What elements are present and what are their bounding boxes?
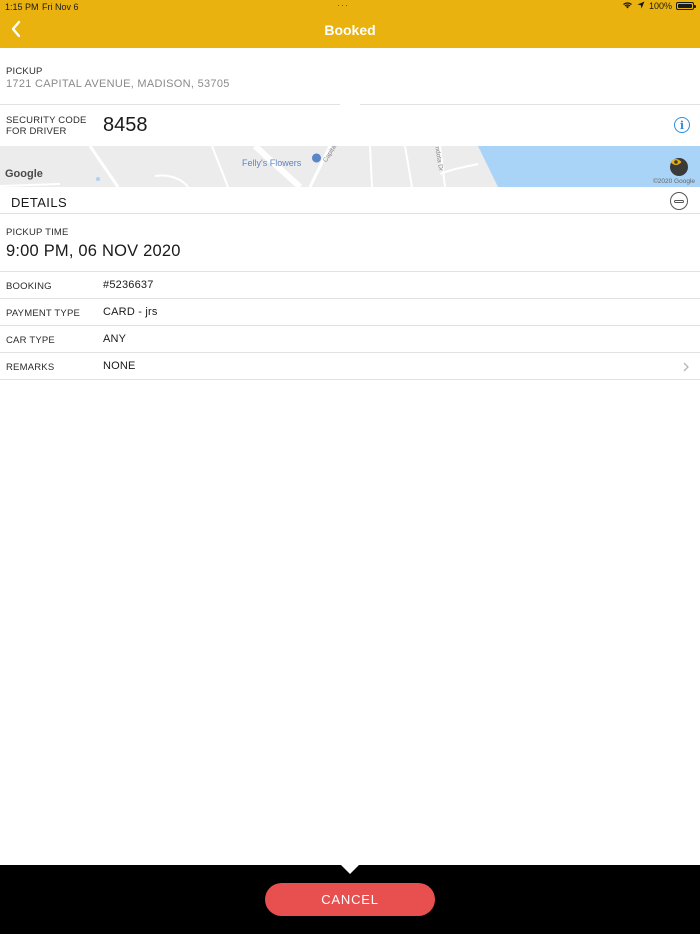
- bottom-notch: [341, 865, 359, 874]
- chevron-right-icon: [682, 360, 690, 378]
- security-code-label: SECURITY CODE FOR DRIVER: [6, 115, 96, 137]
- map-roads: [0, 146, 700, 187]
- nav-bar: Booked: [0, 14, 700, 48]
- map-toggle-button[interactable]: [670, 158, 688, 176]
- detail-label: REMARKS: [6, 362, 55, 373]
- detail-value: CARD - jrs: [103, 306, 158, 318]
- page-title: Booked: [324, 22, 376, 38]
- collapse-button[interactable]: [670, 192, 688, 210]
- detail-row-booking: BOOKING #5236637: [0, 272, 700, 299]
- detail-value: NONE: [103, 360, 136, 372]
- map-place-label: Felly's Flowers: [242, 158, 302, 168]
- status-bar: 1:15 PM Fri Nov 6 ··· 100%: [0, 0, 700, 14]
- pickup-time-value: 9:00 PM, 06 NOV 2020: [6, 242, 181, 260]
- google-logo: Google: [5, 168, 43, 180]
- detail-row-remarks[interactable]: REMARKS NONE: [0, 353, 700, 380]
- details-title: DETAILS: [11, 195, 68, 210]
- info-button[interactable]: i: [674, 117, 690, 133]
- collapse-icon: [674, 199, 684, 203]
- detail-row-payment-type: PAYMENT TYPE CARD - jrs: [0, 299, 700, 326]
- status-time: 1:15 PM: [5, 2, 39, 12]
- battery-icon: [676, 2, 696, 10]
- pickup-address: 1721 CAPITAL AVENUE, MADISON, 53705: [6, 78, 230, 90]
- status-icons: 100%: [622, 1, 696, 11]
- detail-value: #5236637: [103, 279, 154, 291]
- detail-label: BOOKING: [6, 281, 52, 292]
- detail-row-car-type: CAR TYPE ANY: [0, 326, 700, 353]
- detail-label: PAYMENT TYPE: [6, 308, 81, 319]
- pickup-time-section: PICKUP TIME 9:00 PM, 06 NOV 2020: [0, 214, 700, 272]
- detail-value: ANY: [103, 333, 127, 345]
- multitasking-dots: ···: [337, 0, 349, 10]
- status-date: Fri Nov 6: [42, 2, 79, 12]
- security-code-label-line1: SECURITY CODE: [6, 115, 87, 126]
- location-arrow-icon: [637, 1, 645, 11]
- wifi-icon: [622, 1, 633, 11]
- info-icon: i: [679, 118, 685, 132]
- battery-percent: 100%: [648, 1, 672, 11]
- detail-label: CAR TYPE: [6, 335, 55, 346]
- security-code-section: SECURITY CODE FOR DRIVER 8458 i: [0, 105, 700, 146]
- security-code-label-line2: FOR DRIVER: [6, 126, 67, 137]
- pickup-time-label: PICKUP TIME: [6, 227, 69, 238]
- cancel-button[interactable]: CANCEL: [265, 883, 435, 916]
- details-header: DETAILS: [0, 187, 700, 214]
- map-copyright: ©2020 Google: [652, 178, 695, 185]
- pickup-section: PICKUP 1721 CAPITAL AVENUE, MADISON, 537…: [0, 48, 700, 105]
- map-view[interactable]: Google Felly's Flowers Capital Ave ndota…: [0, 146, 700, 187]
- pickup-label: PICKUP: [6, 66, 43, 77]
- section-notch: [340, 100, 360, 110]
- security-code-value: 8458: [103, 114, 148, 136]
